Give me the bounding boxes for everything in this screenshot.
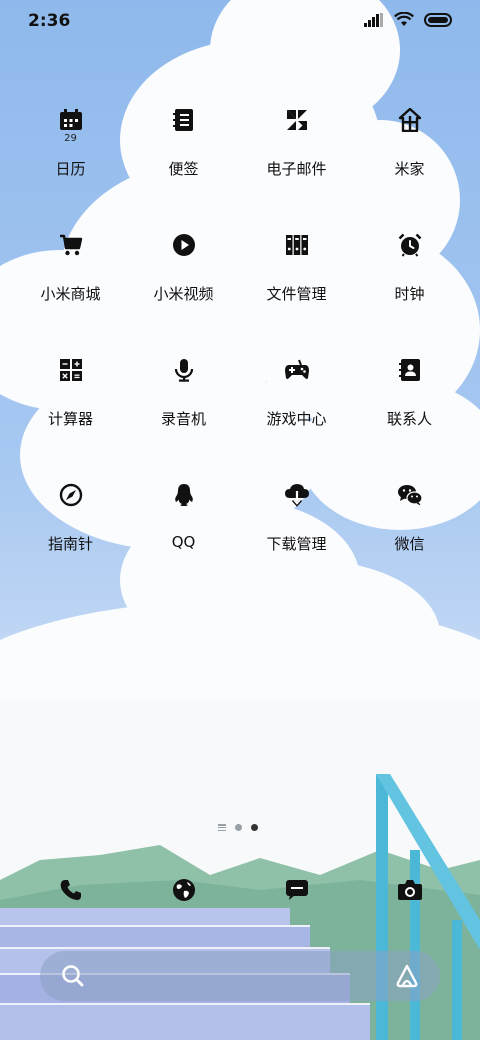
app-mi-video[interactable]: 小米视频 xyxy=(127,223,240,348)
calendar-date: 29 xyxy=(64,133,77,144)
xiaoai-icon[interactable] xyxy=(394,963,420,989)
app-game-center[interactable]: 游戏中心 xyxy=(240,348,353,473)
status-bar: 2:36 xyxy=(0,0,480,42)
browser-globe-icon xyxy=(172,879,195,901)
app-label: 联系人 xyxy=(386,410,432,428)
compass-icon xyxy=(51,475,91,515)
camera-icon xyxy=(397,880,422,900)
page-dot-active[interactable] xyxy=(251,824,258,831)
dock xyxy=(14,868,466,912)
email-icon xyxy=(277,100,317,140)
qq-penguin-icon xyxy=(164,475,204,515)
app-compass[interactable]: 指南针 xyxy=(14,473,127,598)
status-time: 2:36 xyxy=(28,11,71,31)
app-wechat[interactable]: 微信 xyxy=(353,473,466,598)
app-calculator[interactable]: 计算器 xyxy=(14,348,127,473)
gamepad-icon xyxy=(277,350,317,390)
app-label: 文件管理 xyxy=(266,285,327,303)
app-label: 小米视频 xyxy=(153,285,214,303)
app-label: QQ xyxy=(171,533,196,551)
video-play-icon xyxy=(164,225,204,265)
shopping-cart-icon xyxy=(51,225,91,265)
app-label: 计算器 xyxy=(47,410,93,428)
app-notes[interactable]: 便签 xyxy=(127,98,240,223)
app-label: 便签 xyxy=(168,160,199,178)
app-label: 米家 xyxy=(394,160,425,178)
app-clock[interactable]: 时钟 xyxy=(353,223,466,348)
notes-icon xyxy=(164,100,204,140)
dock-camera[interactable] xyxy=(353,868,466,912)
calculator-icon xyxy=(51,350,91,390)
app-label: 指南针 xyxy=(47,535,93,553)
dock-browser[interactable] xyxy=(127,868,240,912)
app-label: 游戏中心 xyxy=(266,410,327,428)
battery-icon xyxy=(424,12,452,27)
mijia-home-icon xyxy=(390,100,430,140)
app-label: 小米商城 xyxy=(40,285,101,303)
status-icons xyxy=(364,12,454,27)
microphone-icon xyxy=(164,350,204,390)
calendar-icon: 29 xyxy=(51,100,91,144)
download-cloud-icon xyxy=(277,475,317,515)
alarm-clock-icon xyxy=(390,225,430,265)
wifi-icon xyxy=(394,12,414,26)
contacts-icon xyxy=(390,350,430,390)
app-label: 日历 xyxy=(55,160,86,178)
signal-icon xyxy=(364,12,383,27)
app-label: 微信 xyxy=(394,535,425,553)
page-dot[interactable] xyxy=(235,824,242,831)
app-download-manager[interactable]: 下载管理 xyxy=(240,473,353,598)
app-grid: 29 日历 便签 电子邮件 米家 小米商城 小米视频 文件管理 时钟 计算器 录… xyxy=(14,98,466,598)
file-manager-icon xyxy=(277,225,317,265)
dock-phone[interactable] xyxy=(14,868,127,912)
app-label: 时钟 xyxy=(394,285,425,303)
app-recorder[interactable]: 录音机 xyxy=(127,348,240,473)
app-label: 录音机 xyxy=(160,410,206,428)
search-icon[interactable] xyxy=(60,963,86,989)
app-mi-store[interactable]: 小米商城 xyxy=(14,223,127,348)
app-contacts[interactable]: 联系人 xyxy=(353,348,466,473)
app-label: 下载管理 xyxy=(266,535,327,553)
app-qq[interactable]: QQ xyxy=(127,473,240,598)
page-indicator[interactable] xyxy=(218,824,258,831)
page-indicator-minus-one[interactable] xyxy=(218,824,226,831)
phone-icon xyxy=(60,880,81,900)
wechat-icon xyxy=(390,475,430,515)
app-calendar[interactable]: 29 日历 xyxy=(14,98,127,223)
dock-messages[interactable] xyxy=(240,868,353,912)
app-mijia[interactable]: 米家 xyxy=(353,98,466,223)
app-file-manager[interactable]: 文件管理 xyxy=(240,223,353,348)
app-label: 电子邮件 xyxy=(266,160,327,178)
search-bar[interactable] xyxy=(40,951,440,1001)
app-email[interactable]: 电子邮件 xyxy=(240,98,353,223)
messages-icon xyxy=(285,880,308,900)
